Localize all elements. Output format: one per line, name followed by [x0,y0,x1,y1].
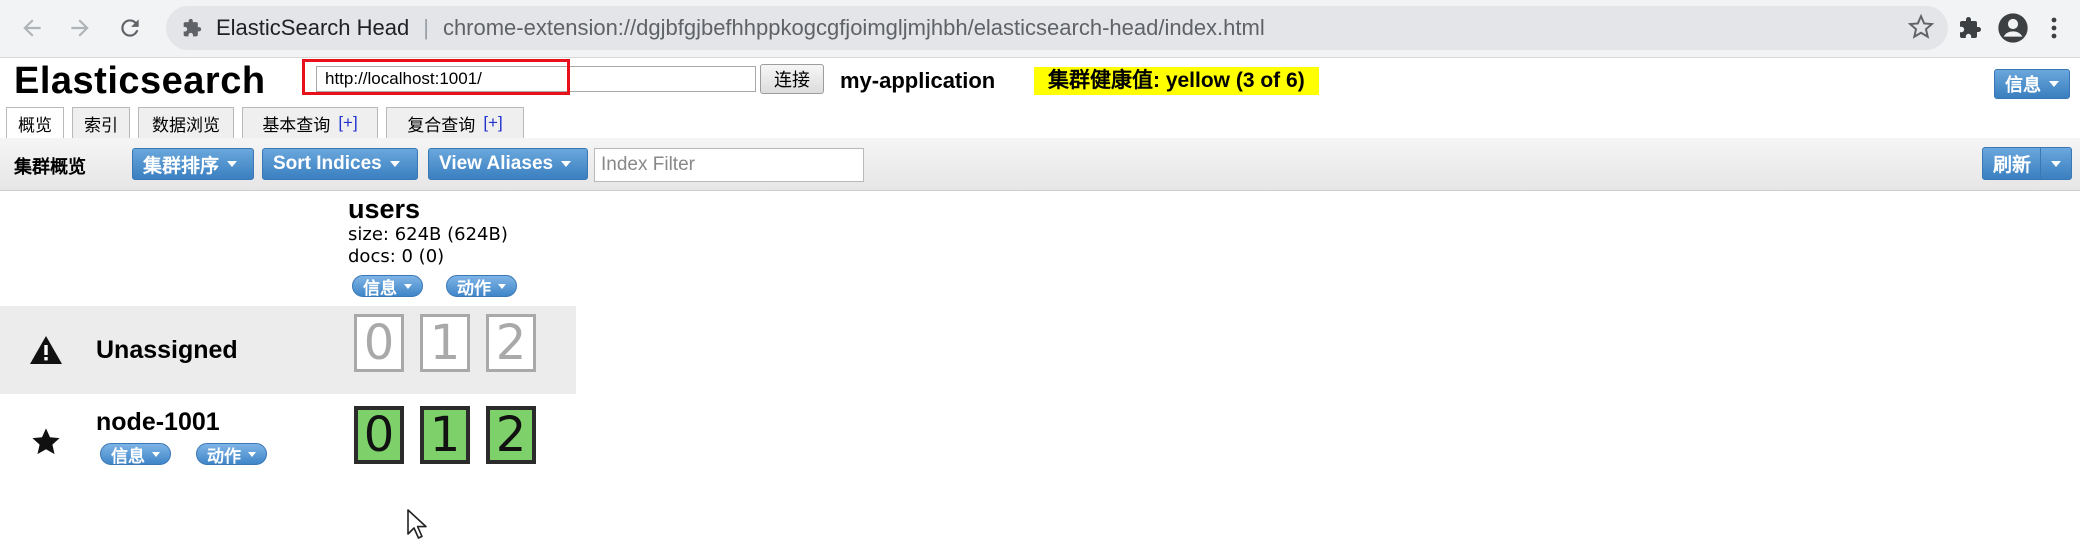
primary-shard[interactable]: 0 [354,406,404,464]
unassigned-shard[interactable]: 2 [486,314,536,372]
chevron-down-icon [561,161,572,167]
tab-basic-query[interactable]: 基本查询 [+] [242,107,378,138]
overview-toolbar: 集群概览 集群排序 Sort Indices View Aliases 刷新 [0,138,2080,191]
view-aliases-button[interactable]: View Aliases [428,148,588,180]
info-menu-label: 信息 [2005,75,2041,95]
forward-arrow-icon[interactable] [62,10,98,46]
index-name: users [348,194,421,224]
chevron-down-icon [404,283,412,289]
unassigned-label: Unassigned [96,336,238,364]
cluster-name: my-application [840,68,996,93]
chevron-down-icon [248,451,256,457]
sort-indices-button[interactable]: Sort Indices [262,148,418,180]
button-label: 信息 [111,446,145,466]
extensions-icon[interactable] [1952,10,1988,46]
back-arrow-icon[interactable] [14,10,50,46]
app-header: Elasticsearch 连接 my-application 集群健康值: y… [0,58,2080,104]
kebab-menu-icon[interactable] [2036,10,2072,46]
node-info-button[interactable]: 信息 [100,443,171,466]
tab-label: 索引 [84,115,118,135]
page-tab-title: ElasticSearch Head [216,15,410,40]
star-icon[interactable] [1907,13,1935,46]
button-label: 集群排序 [143,155,220,177]
primary-shard[interactable]: 1 [420,406,470,464]
tab-indices[interactable]: 索引 [72,107,130,138]
page-url: chrome-extension://dgjbfgjbefhhppkogcgfj… [442,15,1265,40]
chevron-down-icon [389,161,400,167]
tab-plus: [+] [483,113,503,132]
refresh-button[interactable]: 刷新 [1982,147,2043,180]
chevron-down-icon [152,451,160,457]
chevron-down-icon [2049,81,2059,87]
index-size: size: 624B (624B) [348,224,508,245]
index-docs: docs: 0 (0) [348,246,445,267]
tab-compound-query[interactable]: 复合查询 [+] [386,107,524,138]
tab-label: 复合查询 [407,115,476,135]
button-label: Sort Indices [273,153,382,174]
chevron-down-icon [498,283,506,289]
chevron-down-icon [227,161,238,167]
connect-button[interactable]: 连接 [760,64,824,94]
index-info-button[interactable]: 信息 [352,275,423,298]
main-tabs: 概览 索引 数据浏览 基本查询 [+] 复合查询 [+] [0,104,2080,139]
unassigned-shard[interactable]: 1 [420,314,470,372]
button-label: 信息 [363,278,397,298]
warning-icon [28,332,64,368]
reload-icon[interactable] [112,10,148,46]
info-menu-button[interactable]: 信息 [1994,69,2070,99]
refresh-dropdown-button[interactable] [2040,147,2072,180]
chevron-down-icon [2051,160,2061,167]
address-bar[interactable]: ElasticSearch Head | chrome-extension://… [166,6,1948,50]
toolbar-title: 集群概览 [14,157,86,177]
tab-label: 数据浏览 [152,115,220,135]
primary-shard[interactable]: 2 [486,406,536,464]
node-name: node-1001 [96,408,220,436]
unassigned-shard[interactable]: 0 [354,314,404,372]
puzzle-icon [182,18,202,38]
unassigned-row: Unassigned 0 1 2 [0,306,576,394]
button-label: 动作 [457,278,491,298]
tab-overview[interactable]: 概览 [6,107,64,139]
master-star-icon [28,424,64,460]
index-action-button[interactable]: 动作 [446,275,517,298]
node-action-button[interactable]: 动作 [196,443,267,466]
mouse-cursor-icon [406,508,428,545]
button-label: View Aliases [439,153,554,174]
profile-icon[interactable] [1995,10,2031,46]
tab-label: 概览 [18,116,52,135]
browser-toolbar: ElasticSearch Head | chrome-extension://… [0,0,2080,58]
cluster-health-badge: 集群健康值: yellow (3 of 6) [1034,67,1319,95]
address-separator: | [423,15,429,40]
tab-label: 基本查询 [262,115,331,135]
cluster-sort-button[interactable]: 集群排序 [132,148,254,180]
connect-url-input[interactable] [316,66,756,92]
button-label: 动作 [207,446,241,466]
app-title: Elasticsearch [14,60,266,102]
tab-plus: [+] [338,113,358,132]
tab-browser[interactable]: 数据浏览 [138,107,234,138]
index-filter-input[interactable] [594,148,864,182]
